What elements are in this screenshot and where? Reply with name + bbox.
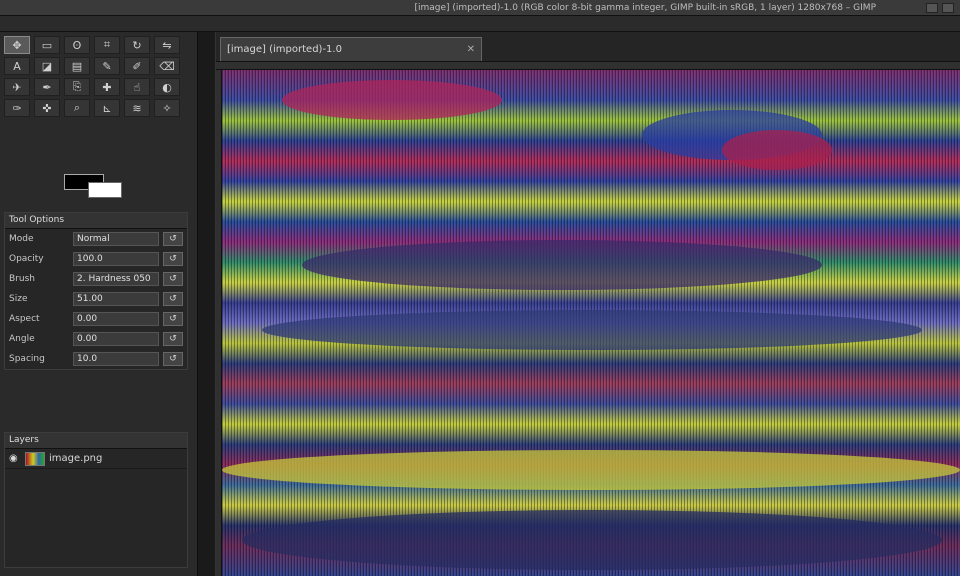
tool-options-title: Tool Options: [5, 213, 187, 229]
layer-name: image.png: [49, 453, 103, 464]
canvas-texture: [222, 450, 960, 490]
tool-option-row: Size 51.00 ↺: [5, 289, 187, 309]
heal-icon[interactable]: ✚: [94, 78, 120, 96]
tool-option-row: Angle 0.00 ↺: [5, 329, 187, 349]
reset-icon[interactable]: ↺: [163, 352, 183, 366]
tool-option-row: Brush 2. Hardness 050 ↺: [5, 269, 187, 289]
reset-icon[interactable]: ↺: [163, 252, 183, 266]
tool-option-label: Aspect: [9, 314, 40, 324]
tool-option-row: Aspect 0.00 ↺: [5, 309, 187, 329]
tool-option-label: Angle: [9, 334, 35, 344]
warp-icon[interactable]: ≋: [124, 99, 150, 117]
tool-option-field[interactable]: 0.00: [73, 332, 159, 346]
tool-option-row: Opacity 100.0 ↺: [5, 249, 187, 269]
ink-icon[interactable]: ✒: [34, 78, 60, 96]
window-controls: [926, 2, 954, 13]
move-tool-icon[interactable]: ✥: [4, 36, 30, 54]
tool-option-field[interactable]: 10.0: [73, 352, 159, 366]
path-icon[interactable]: ✑: [4, 99, 30, 117]
tool-option-row: Mode Normal ↺: [5, 229, 187, 249]
image-tab-label: [image] (imported)-1.0: [227, 44, 342, 55]
image-canvas[interactable]: [222, 70, 960, 576]
tool-option-label: Spacing: [9, 354, 45, 364]
reset-icon[interactable]: ↺: [163, 292, 183, 306]
image-tab[interactable]: [image] (imported)-1.0 ✕: [220, 37, 482, 61]
pencil-icon[interactable]: ✎: [94, 57, 120, 75]
gradient-icon[interactable]: ▤: [64, 57, 90, 75]
tool-option-field[interactable]: Normal: [73, 232, 159, 246]
canvas-texture: [282, 80, 502, 120]
layers-title: Layers: [5, 433, 187, 449]
layer-thumbnail: [25, 451, 45, 466]
dock-splitter[interactable]: [198, 32, 216, 576]
airbrush-icon[interactable]: ✈: [4, 78, 30, 96]
tool-option-label: Brush: [9, 274, 35, 284]
measure-icon[interactable]: ⊾: [94, 99, 120, 117]
window-title: [image] (imported)-1.0 (RGB color 8-bit …: [414, 2, 876, 13]
clone-icon[interactable]: ⎘: [64, 78, 90, 96]
reset-icon[interactable]: ↺: [163, 312, 183, 326]
tool-option-field[interactable]: 0.00: [73, 312, 159, 326]
tool-option-label: Opacity: [9, 254, 44, 264]
crop-icon[interactable]: ⌗: [94, 36, 120, 54]
eraser-icon[interactable]: ⌫: [154, 57, 180, 75]
toolbox: ✥ ▭ ʘ ⌗ ↻ ⇋ A ◪ ▤ ✎ ✐ ⌫ ✈ ✒ ⎘ ✚ ☝ ◐ ✑ ✜ ⌕ ⊾ ≋ ✧: [4, 36, 190, 117]
tool-option-field[interactable]: 51.00: [73, 292, 159, 306]
text-icon[interactable]: A: [4, 57, 30, 75]
layers-dock: Layers ◉ image.png: [4, 432, 188, 568]
color-swatches: [64, 174, 124, 198]
reset-icon[interactable]: ↺: [163, 232, 183, 246]
lasso-icon[interactable]: ʘ: [64, 36, 90, 54]
zoom-icon[interactable]: ⌕: [64, 99, 90, 117]
reset-icon[interactable]: ↺: [163, 272, 183, 286]
title-bar: [image] (imported)-1.0 (RGB color 8-bit …: [0, 0, 960, 16]
tool-option-field[interactable]: 100.0: [73, 252, 159, 266]
layer-list: ◉ image.png: [5, 449, 187, 469]
canvas-texture: [722, 130, 832, 170]
canvas-texture: [262, 310, 922, 350]
brush-icon[interactable]: ✐: [124, 57, 150, 75]
minimize-button[interactable]: [926, 2, 938, 13]
rect-select-icon[interactable]: ▭: [34, 36, 60, 54]
tool-option-label: Size: [9, 294, 28, 304]
image-tabs: [image] (imported)-1.0 ✕: [216, 32, 960, 62]
left-dock: ✥ ▭ ʘ ⌗ ↻ ⇋ A ◪ ▤ ✎ ✐ ⌫ ✈ ✒ ⎘ ✚ ☝ ◐ ✑ ✜ ⌕ ⊾ ≋ ✧ Tool Options Mo…: [0, 32, 198, 576]
horizontal-ruler: [216, 62, 960, 70]
rotate-icon[interactable]: ↻: [124, 36, 150, 54]
tool-option-row: Spacing 10.0 ↺: [5, 349, 187, 369]
smudge-icon[interactable]: ☝: [124, 78, 150, 96]
tool-option-label: Mode: [9, 234, 34, 244]
menu-bar: [0, 16, 960, 32]
tool-option-field[interactable]: 2. Hardness 050: [73, 272, 159, 286]
background-color-swatch[interactable]: [88, 182, 122, 198]
tool-options-rows: Mode Normal ↺ Opacity 100.0 ↺ Brush 2. Hardness…: [5, 229, 187, 369]
fuzzy-select-icon[interactable]: ✧: [154, 99, 180, 117]
close-icon[interactable]: ✕: [467, 44, 475, 55]
canvas-texture: [242, 510, 942, 570]
paint-bucket-icon[interactable]: ◪: [34, 57, 60, 75]
maximize-button[interactable]: [942, 2, 954, 13]
flip-icon[interactable]: ⇋: [154, 36, 180, 54]
reset-icon[interactable]: ↺: [163, 332, 183, 346]
canvas-texture: [302, 240, 822, 290]
layer-item[interactable]: ◉ image.png: [5, 449, 187, 469]
dodge-icon[interactable]: ◐: [154, 78, 180, 96]
tool-options-dock: Tool Options Mode Normal ↺ Opacity 100.0 ↺ Bru…: [4, 212, 188, 370]
eye-icon[interactable]: ◉: [9, 453, 21, 464]
color-picker-icon[interactable]: ✜: [34, 99, 60, 117]
